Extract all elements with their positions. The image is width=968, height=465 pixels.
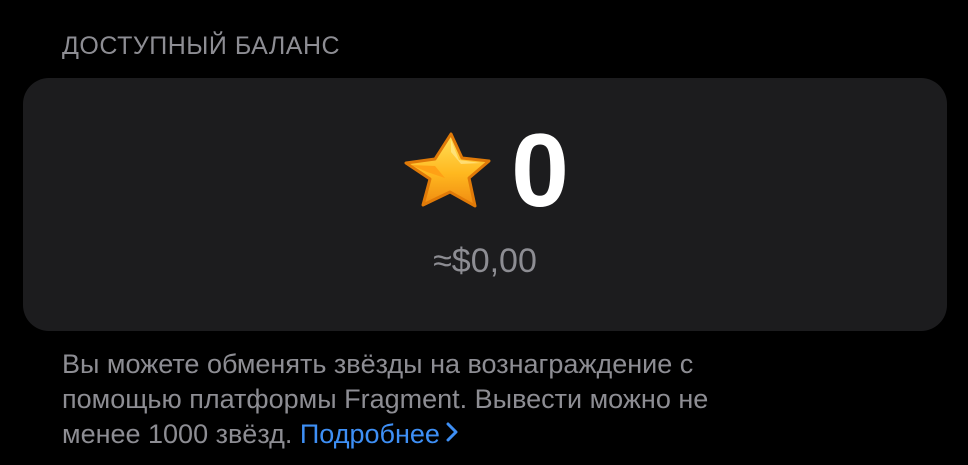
balance-row: 0 [23, 113, 947, 229]
balance-section-header: ДОСТУПНЫЙ БАЛАНС [62, 32, 341, 60]
gold-star-icon [401, 130, 493, 212]
chevron-right-icon [446, 416, 458, 451]
learn-more-link[interactable]: Подробнее [300, 419, 458, 449]
info-text-line-3: менее 1000 звёзд. [62, 419, 293, 449]
balance-card: 0 ≈$0,00 [23, 78, 947, 331]
info-text-line-2: помощью платформы Fragment. Вывести можн… [62, 384, 709, 414]
learn-more-label: Подробнее [299, 419, 440, 449]
balance-screen: ДОСТУПНЫЙ БАЛАНС 0 ≈$0,00 Вы можете обме… [0, 0, 968, 465]
fiat-balance-value: ≈$0,00 [433, 242, 537, 280]
star-balance-amount: 0 [511, 113, 569, 229]
info-text-line-1: Вы можете обменять звёзды на вознагражде… [62, 349, 694, 379]
withdraw-info-text: Вы можете обменять звёзды на вознагражде… [62, 347, 932, 452]
